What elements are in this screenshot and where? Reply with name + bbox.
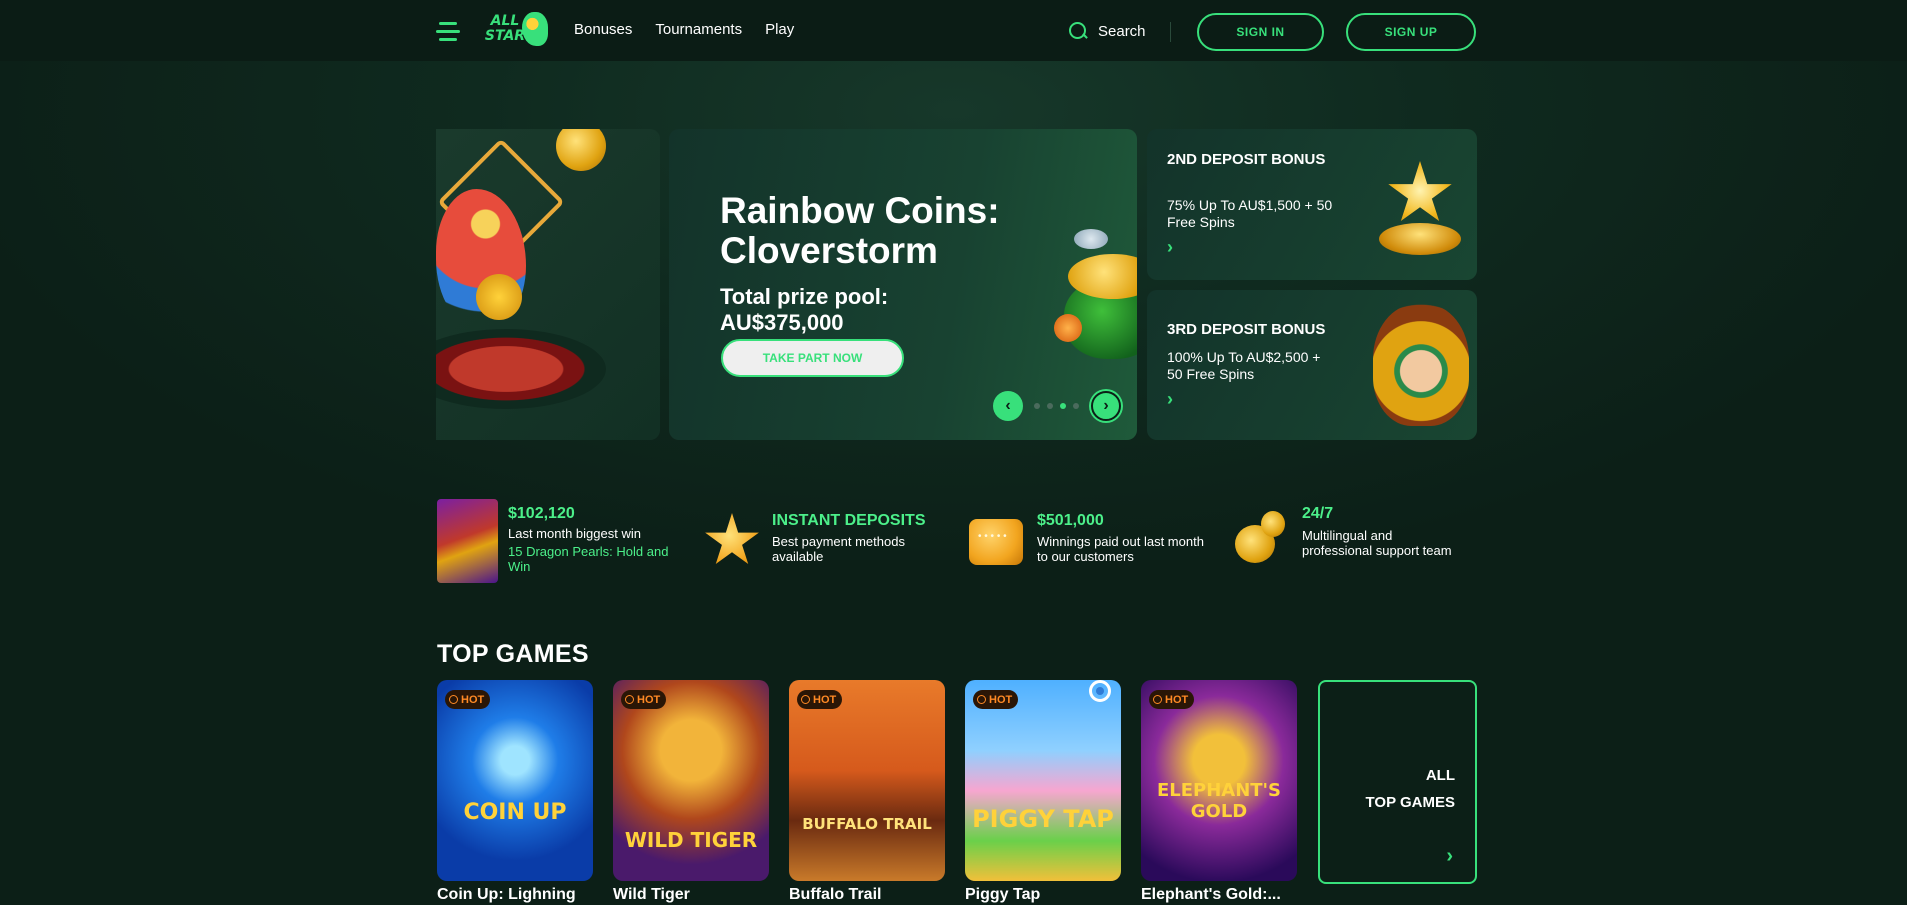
stat-value: INSTANT DEPOSITS — [772, 512, 926, 529]
nav-bonuses[interactable]: Bonuses — [574, 21, 632, 38]
slider-dots — [1034, 403, 1079, 409]
chevron-right-icon[interactable]: › — [1167, 237, 1173, 258]
stat-biggest-win: $102,120 Last month biggest win 15 Drago… — [437, 499, 677, 583]
slider-dot[interactable] — [1034, 403, 1040, 409]
all-top-games-button[interactable]: ALL TOP GAMES › — [1318, 680, 1477, 884]
game-title[interactable]: Coin Up: Lighning — [437, 886, 597, 904]
star-trophy-image — [1379, 161, 1461, 261]
hot-badge: HOT — [621, 690, 667, 709]
hot-badge: HOT — [797, 690, 843, 709]
slider-dot[interactable] — [1047, 403, 1053, 409]
chevron-left-icon[interactable]: ‹ — [993, 391, 1023, 421]
game-thumbnail[interactable]: HOT ELEPHANT'S GOLD — [1141, 680, 1297, 881]
hero-title: Rainbow Coins: Cloverstorm — [720, 190, 1000, 271]
game-thumbnail[interactable]: HOT WILD TIGER — [613, 680, 769, 881]
star-coin-image — [476, 274, 522, 320]
sign-in-button[interactable]: SIGN IN — [1197, 13, 1324, 51]
prize-pool-label: Total prize pool: — [720, 284, 889, 309]
game-card[interactable]: HOT BUFFALO TRAIL Buffalo Trail — [789, 680, 945, 903]
favorite-icon[interactable] — [1089, 680, 1111, 702]
game-thumbnail[interactable]: HOT COIN UP — [437, 680, 593, 881]
chevron-right-icon[interactable]: › — [1091, 391, 1121, 421]
search-button[interactable]: Search — [1068, 21, 1146, 41]
stat-value: $102,120 — [508, 505, 575, 522]
all-top-games-label: ALL TOP GAMES — [1365, 767, 1455, 811]
promo-title: 2ND DEPOSIT BONUS — [1167, 151, 1326, 168]
stat-text: Last month biggest win — [508, 526, 641, 541]
chevron-right-icon: › — [1446, 845, 1453, 867]
search-icon — [1068, 21, 1088, 41]
gold-coin-image — [556, 129, 606, 171]
flame-icon — [625, 695, 634, 704]
stat-value: 24/7 — [1302, 505, 1334, 522]
chevron-right-icon[interactable]: › — [1167, 389, 1173, 410]
nav-play[interactable]: Play — [765, 21, 794, 38]
slider-dot-active[interactable] — [1060, 403, 1066, 409]
game-logo: BUFFALO TRAIL — [802, 815, 932, 833]
promo-description: 75% Up To AU$1,500 + 50 Free Spins — [1167, 197, 1333, 230]
previous-slide-preview[interactable] — [436, 129, 660, 440]
game-title[interactable]: Wild Tiger — [613, 886, 773, 904]
flame-icon — [977, 695, 986, 704]
stat-instant-deposits: INSTANT DEPOSITS Best payment methods av… — [704, 499, 944, 583]
game-logo: WILD TIGER — [624, 828, 758, 852]
flame-icon — [1153, 695, 1162, 704]
stat-winnings-paid: $501,000 Winnings paid out last month to… — [969, 499, 1209, 583]
game-thumbnail[interactable] — [437, 499, 498, 583]
hot-badge: HOT — [973, 690, 1019, 709]
parrot-logo-icon — [522, 12, 548, 46]
hot-badge: HOT — [445, 690, 491, 709]
stat-game-link[interactable]: 15 Dragon Pearls: Hold and Win — [508, 544, 678, 574]
slider-controls: ‹ › — [993, 391, 1123, 421]
promo-description: 100% Up To AU$2,500 + 50 Free Spins — [1167, 349, 1321, 382]
nav-tournaments[interactable]: Tournaments — [655, 21, 742, 38]
game-card[interactable]: HOT COIN UP Coin Up: Lighning — [437, 680, 593, 903]
game-thumbnail[interactable]: HOT PIGGY TAP — [965, 680, 1121, 881]
prize-pool-value: AU$375,000 — [720, 310, 844, 335]
flame-icon — [449, 695, 458, 704]
logo[interactable]: ALL STAR — [482, 12, 550, 50]
game-title[interactable]: Elephant's Gold:... — [1141, 886, 1301, 904]
pot-of-gold-image — [1054, 229, 1137, 369]
platform-image — [436, 329, 606, 409]
promo-card-3rd-deposit[interactable]: 3RD DEPOSIT BONUS 100% Up To AU$2,500 + … — [1147, 290, 1477, 440]
promo-card-2nd-deposit[interactable]: 2ND DEPOSIT BONUS 75% Up To AU$1,500 + 5… — [1147, 129, 1477, 280]
stat-support: 24/7 Multilingual and professional suppo… — [1235, 499, 1475, 583]
game-thumbnail[interactable]: HOT BUFFALO TRAIL — [789, 680, 945, 881]
game-title[interactable]: Buffalo Trail — [789, 886, 949, 904]
search-label: Search — [1098, 22, 1146, 40]
stat-text: Best payment methods available — [772, 534, 905, 564]
menu-icon[interactable] — [436, 20, 460, 44]
stat-text: Winnings paid out last month to our cust… — [1037, 534, 1204, 564]
chat-bubble-icon — [969, 519, 1023, 565]
header-divider — [1170, 22, 1171, 42]
stat-value: $501,000 — [1037, 512, 1104, 529]
game-card[interactable]: HOT WILD TIGER Wild Tiger — [613, 680, 769, 903]
slider-dot[interactable] — [1073, 403, 1079, 409]
sign-up-button[interactable]: SIGN UP — [1346, 13, 1476, 51]
game-logo: ELEPHANT'S GOLD — [1156, 780, 1282, 822]
stat-text: Multilingual and professional support te… — [1302, 528, 1452, 558]
game-card[interactable]: HOT PIGGY TAP Piggy Tap — [965, 680, 1121, 903]
game-logo: COIN UP — [463, 800, 567, 825]
game-card[interactable]: HOT ELEPHANT'S GOLD Elephant's Gold:... — [1141, 680, 1297, 903]
hot-badge: HOT — [1149, 690, 1195, 709]
take-part-button[interactable]: TAKE PART NOW — [721, 339, 904, 377]
top-games-title: TOP GAMES — [437, 640, 589, 668]
flame-icon — [801, 695, 810, 704]
aztec-queen-image — [1373, 304, 1469, 426]
game-logo: PIGGY TAP — [972, 805, 1114, 833]
star-icon — [705, 513, 759, 564]
game-title[interactable]: Piggy Tap — [965, 886, 1125, 904]
coins-icon — [1235, 511, 1285, 563]
promo-title: 3RD DEPOSIT BONUS — [1167, 321, 1326, 338]
main-nav: Bonuses Tournaments Play — [574, 21, 794, 38]
top-header: ALL STAR Bonuses Tournaments Play Search… — [0, 0, 1907, 61]
hero-slide: Rainbow Coins: Cloverstorm Total prize p… — [669, 129, 1137, 440]
